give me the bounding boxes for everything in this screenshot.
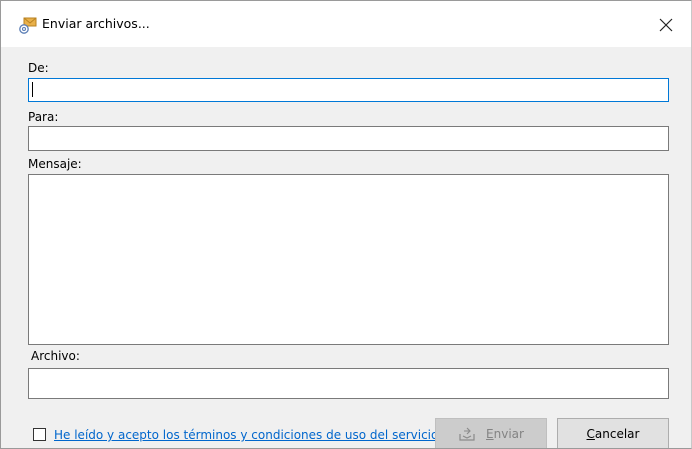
cancel-button[interactable]: Cancelar [557, 418, 669, 448]
send-tray-icon [459, 427, 475, 441]
send-button[interactable]: Enviar [435, 418, 547, 448]
to-field[interactable] [28, 126, 669, 151]
dialog-title: Enviar archivos... [42, 16, 150, 31]
terms-checkbox[interactable] [33, 428, 46, 441]
message-field[interactable] [28, 174, 669, 345]
close-button[interactable] [649, 11, 683, 39]
cancel-button-label: Cancelar [586, 427, 640, 441]
close-icon [659, 18, 673, 32]
to-label: Para: [28, 110, 59, 124]
file-field[interactable] [28, 368, 669, 399]
text-caret [32, 82, 33, 97]
from-label: De: [28, 61, 49, 75]
file-label: Archivo: [31, 349, 80, 363]
envelope-at-icon [19, 17, 37, 34]
terms-link[interactable]: He leído y acepto los términos y condici… [54, 427, 438, 443]
message-label: Mensaje: [28, 157, 82, 171]
from-field[interactable] [28, 78, 669, 102]
send-button-label: Enviar [486, 427, 524, 441]
send-files-dialog: Enviar archivos... De: Para: Mensaje: Ar… [0, 0, 692, 449]
title-bar: Enviar archivos... [1, 1, 691, 47]
